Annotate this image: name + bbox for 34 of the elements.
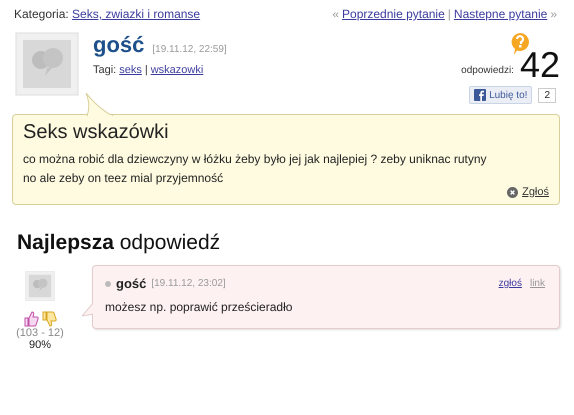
answer-author: gość <box>116 276 146 291</box>
like-count: 2 <box>538 88 556 102</box>
report-link[interactable]: zgłoś <box>498 278 522 289</box>
question-title: Seks wskazówki <box>23 121 170 144</box>
answer-date: [19.11.12, 23:02] <box>151 278 226 289</box>
avatar-icon <box>15 32 79 96</box>
author-name: gość <box>93 32 144 58</box>
answers-label: odpowiedzi: <box>461 65 514 76</box>
tags-label: Tagi: <box>93 64 116 76</box>
thumbs-up-icon[interactable] <box>23 311 39 327</box>
next-mark: » <box>550 7 557 21</box>
vote-count: (103 - 12) <box>16 327 64 339</box>
category-link[interactable]: Seks, zwiazki i romanse <box>72 7 200 21</box>
category-label: Kategoria: <box>14 7 69 21</box>
answer-body: możesz np. poprawić prześcieradło <box>105 300 294 314</box>
avatar-icon <box>25 271 55 301</box>
post-date: [19.11.12, 22:59] <box>152 44 227 55</box>
tag-link[interactable]: seks <box>119 64 142 76</box>
report-link[interactable]: Zgłoś <box>522 186 549 198</box>
question-body: co można robić dla dziewczyny w łóżku żeby było jej jak najlepiej ? zeby uniknac rutyny no ale zeby on teez mial przyjemność <box>23 151 488 187</box>
status-dot <box>105 280 111 286</box>
facebook-icon <box>474 89 486 101</box>
answers-count: 42 <box>520 48 560 82</box>
thumbs-down-icon[interactable] <box>41 311 57 327</box>
best-answer-heading: Najlepsza odpowiedź <box>17 231 222 255</box>
previous-mark: « <box>332 7 340 21</box>
tag-link[interactable]: wskazowki <box>150 64 204 76</box>
tag-separator: | <box>144 64 148 76</box>
previous-question-link[interactable]: Poprzednie pytanie <box>342 7 445 21</box>
vote-percent: 90% <box>28 339 52 351</box>
separator: | <box>448 7 451 21</box>
next-question-link[interactable]: Nastepne pytanie <box>454 7 548 21</box>
close-icon <box>507 186 518 198</box>
like-button[interactable]: Lubię to! <box>469 86 532 104</box>
